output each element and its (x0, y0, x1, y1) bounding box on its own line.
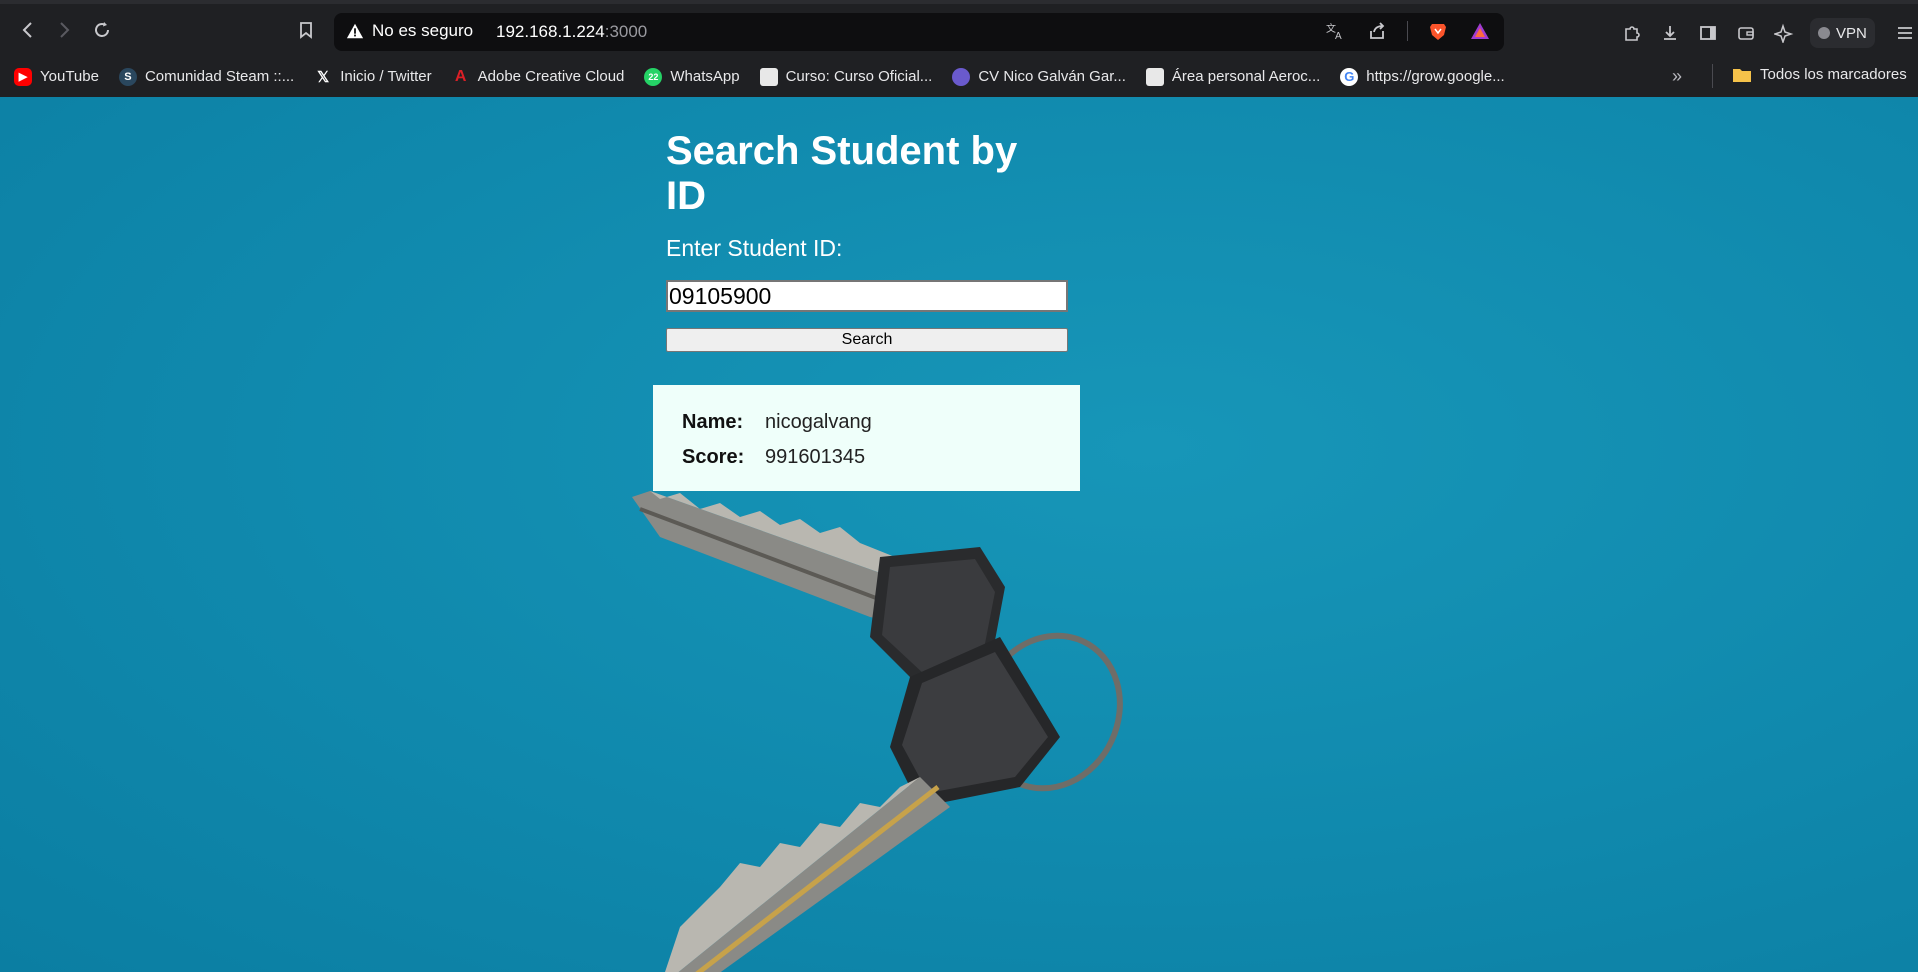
score-label: Score: (682, 446, 745, 468)
bookmark-label: Adobe Creative Cloud (477, 68, 625, 85)
x-icon: 𝕏 (317, 68, 330, 86)
steam-icon: S (118, 67, 137, 86)
browser-toolbar: No es seguro 192.168.1.224:3000 文A VPN (0, 0, 1918, 56)
sidebar-button[interactable] (1696, 21, 1720, 45)
page-viewport: Search Student by ID Enter Student ID: S… (0, 97, 1918, 972)
address-bar[interactable]: No es seguro 192.168.1.224:3000 文A (334, 13, 1504, 51)
translate-icon: 文A (1326, 22, 1342, 41)
wallet-icon (1738, 27, 1754, 40)
bookmarks-separator (1712, 64, 1713, 88)
bookmark-aero[interactable]: Área personal Aeroc... (1145, 67, 1321, 86)
share-icon (1370, 22, 1385, 39)
result-score-row: Score: 991601345 (682, 440, 1051, 475)
bookmark-button[interactable] (292, 16, 320, 44)
search-button[interactable]: Search (666, 328, 1068, 352)
bookmark-adobe[interactable]: A Adobe Creative Cloud (452, 68, 625, 86)
all-bookmarks-label: Todos los marcadores (1760, 66, 1907, 83)
bookmark-cv[interactable]: CV Nico Galván Gar... (952, 67, 1126, 86)
youtube-icon: ▶ (14, 67, 32, 86)
page-title: Search Student by ID (666, 129, 1018, 218)
bookmark-label: CV Nico Galván Gar... (978, 68, 1126, 85)
bookmark-label: Inicio / Twitter (340, 68, 432, 85)
bookmark-label: YouTube (40, 68, 99, 85)
downloads-button[interactable] (1658, 21, 1682, 45)
vpn-label: VPN (1836, 24, 1867, 42)
security-indicator[interactable]: No es seguro (346, 21, 473, 41)
back-button[interactable] (14, 16, 42, 44)
adobe-icon: A (454, 67, 467, 85)
whatsapp-icon: 22 (644, 67, 663, 86)
result-card: Name: nicogalvang Score: 991601345 (653, 385, 1080, 491)
forward-button[interactable] (50, 16, 78, 44)
score-value: 991601345 (765, 446, 866, 468)
google-icon: G (1340, 67, 1359, 86)
extensions-button[interactable] (1620, 21, 1644, 45)
url-port: :3000 (604, 22, 648, 41)
brave-shields-button[interactable] (1426, 19, 1450, 43)
brave-lion-icon (1430, 24, 1446, 40)
student-id-label: Enter Student ID: (666, 235, 843, 261)
rewards-triangle-icon (1471, 23, 1489, 39)
bookmark-steam[interactable]: S Comunidad Steam ::... (118, 67, 295, 86)
bookmark-icon (300, 22, 312, 39)
warning-icon (346, 23, 364, 39)
folder-icon (1733, 68, 1751, 82)
sidebar-icon (1700, 26, 1716, 40)
svg-text:A: A (1335, 31, 1342, 41)
reload-button[interactable] (88, 16, 116, 44)
student-id-input[interactable] (666, 280, 1068, 312)
url-separator (1407, 21, 1408, 41)
hamburger-icon (1897, 27, 1912, 39)
bookmark-label: Comunidad Steam ::... (144, 68, 295, 85)
main-menu-button[interactable] (1893, 21, 1917, 45)
bookmark-label: Curso: Curso Oficial... (785, 68, 933, 85)
bookmark-youtube[interactable]: ▶ YouTube (14, 67, 99, 86)
vpn-button[interactable]: VPN (1810, 18, 1875, 48)
wallet-button[interactable] (1734, 21, 1758, 45)
search-form: Search Student by ID Enter Student ID: S… (666, 129, 1068, 352)
sparkle-icon (1774, 23, 1794, 43)
download-icon (1664, 26, 1676, 40)
brave-rewards-button[interactable] (1468, 19, 1492, 43)
name-value: nicogalvang (765, 411, 872, 433)
all-bookmarks-folder[interactable]: Todos los marcadores (1732, 66, 1907, 83)
result-name-row: Name: nicogalvang (682, 405, 1051, 440)
keys-image (632, 491, 1123, 972)
chevron-left-icon (22, 22, 32, 38)
course-icon (759, 67, 778, 86)
share-button[interactable] (1365, 19, 1389, 43)
aero-icon (1145, 67, 1164, 86)
security-label: No es seguro (372, 21, 474, 40)
leo-ai-button[interactable] (1772, 21, 1796, 45)
reload-icon (95, 22, 109, 37)
more-bookmarks-button[interactable]: » (1672, 66, 1682, 87)
bookmark-twitter[interactable]: 𝕏 Inicio / Twitter (314, 68, 431, 86)
bookmark-whatsapp[interactable]: 22 WhatsApp (644, 67, 740, 86)
puzzle-icon (1625, 26, 1640, 41)
bookmark-label: Área personal Aeroc... (1171, 68, 1321, 85)
bookmark-label: WhatsApp (670, 68, 740, 85)
url-host: 192.168.1.224 (496, 22, 605, 41)
cv-icon (952, 67, 971, 86)
vpn-status-icon (1818, 27, 1830, 39)
name-label: Name: (682, 411, 744, 433)
translate-button[interactable]: 文A (1323, 19, 1347, 43)
bookmark-label: https://grow.google... (1366, 68, 1505, 85)
bookmarks-bar: ▶ YouTube S Comunidad Steam ::... 𝕏 Inic… (0, 56, 1918, 97)
bookmark-curso[interactable]: Curso: Curso Oficial... (759, 67, 933, 86)
bookmark-grow-google[interactable]: G https://grow.google... (1340, 67, 1505, 86)
url-text[interactable]: 192.168.1.224:3000 (496, 22, 647, 42)
chevron-right-icon (60, 22, 70, 38)
